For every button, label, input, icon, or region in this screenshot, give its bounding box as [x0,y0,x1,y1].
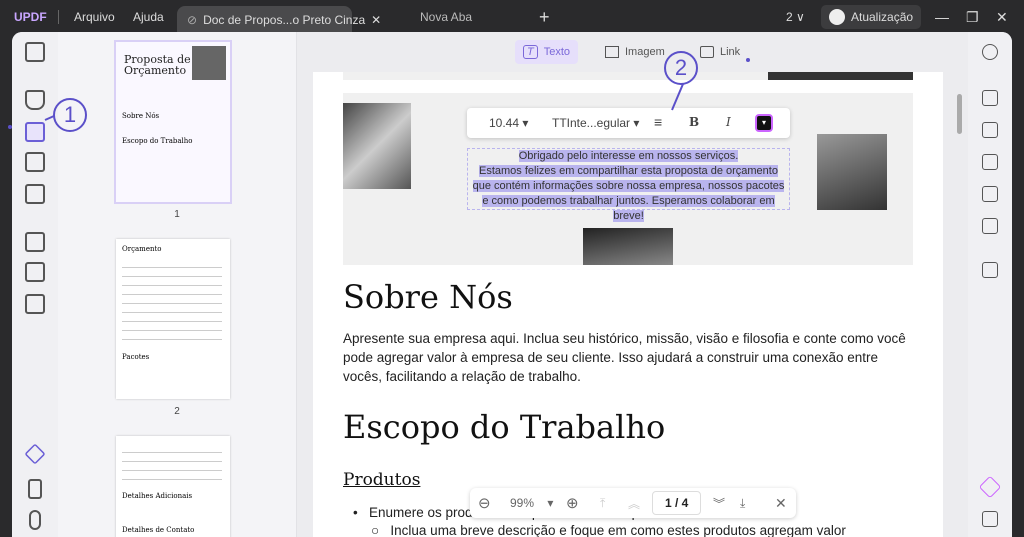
annotation-dot [746,58,750,62]
annotation-lines [8,58,750,129]
annotation-line [671,83,684,111]
annotation-dot [8,125,12,129]
annotation-marker-1: 1 [53,98,87,132]
annotation-marker-2: 2 [664,51,698,85]
